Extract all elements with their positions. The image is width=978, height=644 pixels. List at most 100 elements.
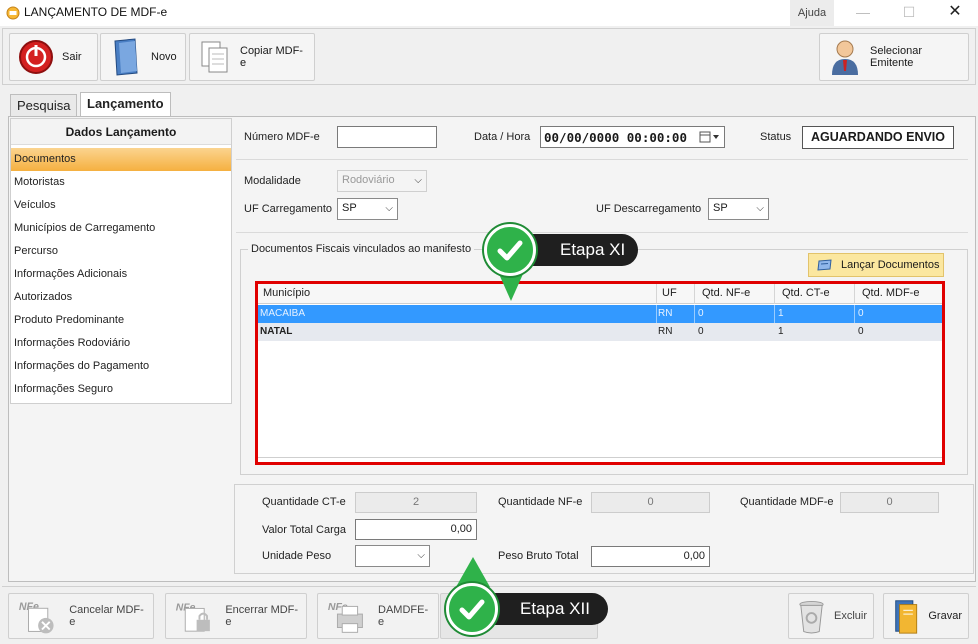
chevron-down-icon: ⌵ (417, 550, 425, 561)
gross-weight-input[interactable]: 0,00 (591, 546, 710, 567)
user-icon (832, 40, 858, 75)
close-window-button[interactable]: ✕ (932, 0, 978, 26)
cancel-mdfe-label: Cancelar MDF-e (69, 604, 144, 628)
uf-loading-select[interactable]: SP ⌵ (337, 198, 398, 220)
mdfe-number-label: Número MDF-e (244, 131, 320, 143)
calendar-icon[interactable] (699, 131, 721, 143)
column-header-qtd-mdfe[interactable]: Qtd. MDF-e (862, 287, 919, 299)
exit-label: Sair (62, 51, 82, 63)
qty-cte-label: Quantidade CT-e (262, 496, 346, 508)
maximize-button[interactable]: ☐ (886, 0, 932, 26)
delete-button[interactable]: Excluir (788, 593, 874, 639)
new-document-icon (114, 38, 138, 76)
save-folder-icon (895, 600, 918, 634)
status-value: AGUARDANDO ENVIO (802, 126, 954, 149)
total-value-label: Valor Total Carga (262, 524, 346, 536)
modality-select: Rodoviário ⌵ (337, 170, 427, 192)
table-footer-line (258, 457, 942, 458)
cancel-mdfe-button[interactable]: NFe Cancelar MDF-e (8, 593, 154, 639)
table-row[interactable]: MACAIBA RN 0 1 0 (258, 305, 942, 323)
delete-label: Excluir (833, 610, 867, 622)
column-header-qtd-nfe[interactable]: Qtd. NF-e (702, 287, 750, 299)
help-menu[interactable]: Ajuda (790, 0, 834, 26)
gross-weight-label: Peso Bruto Total (498, 550, 579, 562)
modality-value: Rodoviário (342, 174, 395, 186)
sidebar-heading: Dados Lançamento (11, 119, 231, 145)
sidebar-item-informacoes-seguro[interactable]: Informações Seguro (11, 378, 231, 401)
sidebar-item-municipios-carregamento[interactable]: Municípios de Carregamento (11, 217, 231, 240)
new-button[interactable]: Novo (100, 33, 186, 81)
check-icon (484, 224, 536, 276)
select-issuer-button[interactable]: Selecionar Emitente (819, 33, 969, 81)
sidebar-item-informacoes-adicionais[interactable]: Informações Adicionais (11, 263, 231, 286)
launch-documents-button[interactable]: Lançar Documentos (808, 253, 944, 277)
sidebar-item-percurso[interactable]: Percurso (11, 240, 231, 263)
trash-icon (799, 600, 824, 634)
uf-unloading-label: UF Descarregamento (596, 203, 702, 215)
chevron-down-icon: ⌵ (756, 203, 764, 214)
minimize-button[interactable]: — (840, 0, 886, 26)
check-icon (446, 583, 498, 635)
chevron-down-icon: ⌵ (385, 203, 393, 214)
modality-label: Modalidade (244, 175, 301, 187)
documents-group-title: Documentos Fiscais vinculados ao manifes… (248, 243, 475, 255)
datetime-input[interactable]: 00/00/0000 00:00:00 (540, 126, 725, 148)
divider (236, 159, 968, 160)
new-label: Novo (151, 51, 177, 63)
qty-nfe-value: 0 (591, 492, 710, 513)
save-button[interactable]: Gravar (883, 593, 969, 639)
uf-unloading-value: SP (713, 202, 728, 214)
weight-unit-select[interactable]: ⌵ (355, 545, 430, 567)
sidebar: Dados Lançamento Documentos Motoristas V… (10, 118, 232, 404)
uf-unloading-select[interactable]: SP ⌵ (708, 198, 769, 220)
chevron-down-icon: ⌵ (414, 175, 422, 186)
sidebar-item-informacoes-pagamento[interactable]: Informações do Pagamento (11, 355, 231, 378)
datetime-value: 00/00/0000 00:00:00 (544, 130, 687, 145)
damdfe-label: DAMDFE-e (378, 604, 429, 628)
sidebar-item-veiculos[interactable]: Veículos (11, 194, 231, 217)
title-bar: LANÇAMENTO DE MDF-e Ajuda — ☐ ✕ (0, 0, 978, 26)
table-row[interactable]: NATAL RN 0 1 0 (258, 323, 942, 341)
column-header-qtd-cte[interactable]: Qtd. CT-e (782, 287, 830, 299)
launch-documents-label: Lançar Documentos (841, 259, 940, 271)
exit-button[interactable]: Sair (9, 33, 98, 81)
close-document-icon: NFe (176, 602, 210, 632)
documents-table[interactable]: Município UF Qtd. NF-e Qtd. CT-e Qtd. MD… (255, 281, 945, 465)
uf-loading-value: SP (342, 202, 357, 214)
sidebar-item-informacoes-rodoviario[interactable]: Informações Rodoviário (11, 332, 231, 355)
sidebar-item-produto-predominante[interactable]: Produto Predominante (11, 309, 231, 332)
sidebar-item-documentos[interactable]: Documentos (11, 148, 231, 171)
qty-cte-value: 2 (355, 492, 477, 513)
damdfe-button[interactable]: NFe DAMDFE-e (317, 593, 439, 639)
total-value-input[interactable]: 0,00 (355, 519, 477, 540)
copy-mdfe-label: Copiar MDF-e (240, 45, 303, 69)
column-header-municipio[interactable]: Município (263, 287, 310, 299)
select-issuer-label: Selecionar Emitente (870, 45, 922, 69)
qty-mdfe-label: Quantidade MDF-e (740, 496, 834, 508)
mdfe-number-input[interactable] (337, 126, 437, 148)
divider (236, 232, 968, 233)
toolbar: Sair Novo Copiar MDF-e Selecionar Emiten… (2, 28, 976, 85)
weight-unit-label: Unidade Peso (262, 550, 332, 562)
status-label: Status (760, 131, 792, 143)
qty-mdfe-value: 0 (840, 492, 939, 513)
sidebar-item-autorizados[interactable]: Autorizados (11, 286, 231, 309)
tab-lancamento[interactable]: Lançamento (80, 92, 171, 117)
close-mdfe-label: Encerrar MDF-e (225, 604, 299, 628)
printer-icon: NFe (328, 601, 363, 633)
qty-nfe-label: Quantidade NF-e (498, 496, 583, 508)
window-title: LANÇAMENTO DE MDF-e (24, 5, 168, 19)
tab-pesquisa[interactable]: Pesquisa (10, 94, 78, 116)
cancel-document-icon: NFe (19, 601, 54, 634)
datetime-label: Data / Hora (474, 131, 531, 143)
copy-mdfe-button[interactable]: Copiar MDF-e (189, 33, 315, 81)
sidebar-item-motoristas[interactable]: Motoristas (11, 171, 231, 194)
close-mdfe-button[interactable]: NFe Encerrar MDF-e (165, 593, 307, 639)
uf-loading-label: UF Carregamento (244, 203, 333, 215)
power-icon (19, 40, 53, 74)
copy-icon (201, 41, 228, 73)
app-icon (6, 6, 20, 20)
documents-icon (817, 259, 832, 271)
column-header-uf[interactable]: UF (662, 287, 677, 299)
table-header: Município UF Qtd. NF-e Qtd. CT-e Qtd. MD… (258, 284, 942, 304)
